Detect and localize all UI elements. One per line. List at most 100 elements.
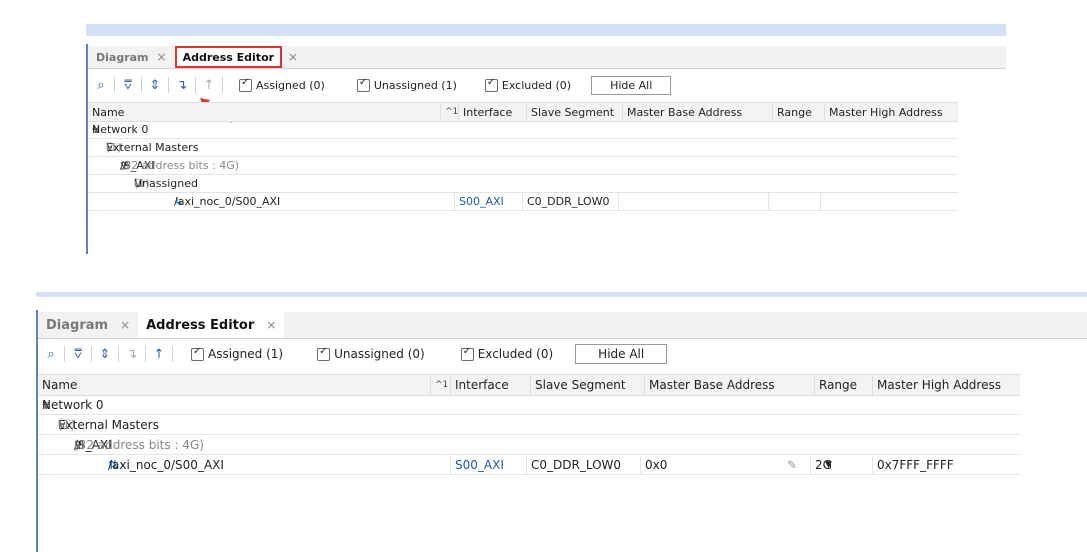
tab-diagram[interactable]: Diagram ×: [38, 312, 138, 338]
tree-row-unassigned[interactable]: ∨ 🗀 Unassigned (1): [88, 175, 958, 193]
external-masters-count: (1): [106, 141, 122, 154]
toolbar-separator: [91, 346, 92, 362]
assigned-filter-label: Assigned (0): [256, 78, 325, 92]
expand-all-icon[interactable]: ⇕: [146, 76, 164, 94]
sort-indicator-icon: ^1: [440, 103, 458, 121]
column-slave-segment[interactable]: Slave Segment: [526, 103, 623, 121]
top-tab-bar: Diagram × Address Editor ×: [88, 46, 1006, 69]
slave-segment-value: C0_DDR_LOW0: [526, 455, 639, 474]
bottom-toolbar: ⌕ ⩢ ⇕ ↴ ↑ Assigned (1) Unassigned (0) Ex…: [38, 342, 1087, 366]
external-masters-row-content: ∨ 🗀 External Masters (1): [106, 139, 198, 156]
tab-diagram-close-icon[interactable]: ×: [120, 318, 130, 332]
interface-link[interactable]: S00_AXI: [450, 455, 527, 474]
table-row[interactable]: ↳/axi_noc_0/S00_AXI S00_AXI C0_DDR_LOW0: [88, 193, 958, 211]
toolbar-separator: [172, 346, 173, 362]
toolbar-separator: [195, 77, 196, 93]
table-row[interactable]: ⇅/axi_noc_0/S00_AXI S00_AXI C0_DDR_LOW0 …: [38, 455, 1020, 475]
s-axi-row-content: ∨ ⊞/S_AXI (32 address bits : 4G): [120, 157, 239, 174]
tree-row-network[interactable]: ∨ ⫧ Network 0: [88, 121, 958, 139]
checkbox-icon: [239, 77, 252, 92]
unassigned-filter-label: Unassigned (0): [334, 347, 425, 361]
dropdown-arrow-icon[interactable]: ▼: [825, 455, 832, 474]
bottom-panel-header-bar: [36, 292, 1087, 297]
column-interface[interactable]: Interface: [450, 375, 527, 395]
checkbox-icon: [484, 77, 498, 92]
toolbar-separator: [145, 346, 146, 362]
toolbar-separator: [222, 77, 223, 93]
slave-segment-value: C0_DDR_LOW0: [522, 193, 619, 210]
hide-all-button[interactable]: Hide All: [575, 344, 668, 364]
range-select[interactable]: 2G ▼: [810, 455, 871, 474]
search-icon[interactable]: ⌕: [42, 345, 60, 363]
column-master-base-address[interactable]: Master Base Address: [622, 103, 767, 121]
s-axi-meta: (32 address bits : 4G): [74, 437, 204, 452]
tree-row-external-masters[interactable]: ∨ 🗀 External Masters (1): [88, 139, 958, 157]
column-name[interactable]: Name: [88, 103, 458, 121]
unassign-icon[interactable]: ↑: [200, 76, 218, 94]
tree-row-network[interactable]: ∨ ⫧ Network 0: [38, 395, 1020, 415]
collapse-all-icon[interactable]: ⩢: [119, 76, 137, 94]
tab-diagram-close-icon[interactable]: ×: [157, 50, 167, 64]
master-high-cell: [820, 193, 955, 210]
external-masters-count: (1): [58, 417, 75, 432]
column-range[interactable]: Range: [772, 103, 825, 121]
unassign-icon[interactable]: ↑: [150, 345, 168, 363]
tab-address-editor-close-icon[interactable]: ×: [288, 50, 298, 64]
assign-icon[interactable]: ↴: [173, 76, 191, 94]
hide-all-button[interactable]: Hide All: [591, 75, 672, 95]
network-label: Network 0: [92, 123, 149, 136]
checkbox-icon: [191, 346, 204, 361]
range-cell[interactable]: [768, 193, 821, 210]
interface-link[interactable]: S00_AXI: [454, 193, 519, 210]
segment-path: /axi_noc_0/S00_AXI: [174, 195, 281, 208]
tab-diagram[interactable]: Diagram ×: [88, 46, 175, 68]
unassigned-filter-checkbox[interactable]: Unassigned (0): [317, 346, 425, 361]
tab-address-editor-label: Address Editor: [182, 50, 275, 64]
tab-address-editor-close-icon[interactable]: ×: [266, 318, 276, 332]
excluded-filter-label: Excluded (0): [477, 347, 554, 361]
excluded-filter-checkbox[interactable]: Excluded (0): [460, 346, 554, 361]
master-base-cell[interactable]: [618, 193, 763, 210]
sort-indicator-icon: ^1: [430, 375, 448, 395]
unassigned-count: (1): [134, 177, 150, 190]
bottom-tab-bar: Diagram × Address Editor ×: [38, 312, 1087, 339]
assign-icon[interactable]: ↴: [123, 345, 141, 363]
excluded-filter-checkbox[interactable]: Excluded (0): [484, 77, 572, 92]
top-address-editor-panel: Diagram × Address Editor × ⌕ ⩢ ⇕ ↴ ↑ Ass…: [86, 24, 1006, 254]
column-interface[interactable]: Interface: [458, 103, 523, 121]
edit-pencil-icon[interactable]: ✎: [787, 455, 797, 474]
toolbar-separator: [118, 346, 119, 362]
column-master-high-address[interactable]: Master High Address: [824, 103, 955, 121]
unassigned-filter-label: Unassigned (1): [373, 78, 457, 92]
assigned-filter-checkbox[interactable]: Assigned (0): [239, 77, 325, 92]
tab-address-editor-label: Address Editor: [146, 317, 255, 333]
column-master-high-address[interactable]: Master High Address: [872, 375, 1017, 395]
master-base-input[interactable]: 0x0 ✎: [640, 455, 809, 474]
toolbar-separator: [168, 77, 169, 93]
search-icon[interactable]: ⌕: [92, 76, 110, 94]
master-high-value: 0x7FFF_FFFF: [872, 455, 1021, 474]
s-axi-row-content: ∨ ⊞/S_AXI (32 address bits : 4G): [74, 435, 204, 454]
column-slave-segment[interactable]: Slave Segment: [530, 375, 643, 395]
top-panel-header-bar: [86, 24, 1006, 36]
column-range[interactable]: Range: [814, 375, 871, 395]
external-masters-row-content: ∨ 🗀 External Masters (1): [58, 415, 159, 434]
unassigned-row-content: ∨ 🗀 Unassigned (1): [134, 175, 198, 192]
expand-all-icon[interactable]: ⇕: [96, 345, 114, 363]
top-toolbar: ⌕ ⩢ ⇕ ↴ ↑ Assigned (0) Unassigned (1) Ex…: [88, 74, 1006, 96]
column-name[interactable]: Name: [38, 375, 452, 395]
bottom-column-header: Name ^1 Interface Slave Segment Master B…: [38, 374, 1020, 396]
collapse-all-icon[interactable]: ⩢: [69, 345, 87, 363]
assigned-filter-checkbox[interactable]: Assigned (1): [191, 346, 283, 361]
tab-address-editor[interactable]: Address Editor: [174, 46, 283, 68]
excluded-filter-label: Excluded (0): [501, 78, 572, 92]
unassigned-filter-checkbox[interactable]: Unassigned (1): [356, 77, 457, 92]
column-master-base-address[interactable]: Master Base Address: [644, 375, 813, 395]
bottom-address-editor-panel: Diagram × Address Editor × ⌕ ⩢ ⇕ ↴ ↑ Ass…: [36, 292, 1087, 552]
tab-address-editor[interactable]: Address Editor ×: [138, 312, 285, 338]
checkbox-icon: [460, 346, 474, 361]
top-column-header: Name ^1 Interface Slave Segment Master B…: [88, 102, 958, 122]
tree-row-s-axi[interactable]: ∨ ⊞/S_AXI (32 address bits : 4G): [38, 435, 1020, 455]
tree-row-external-masters[interactable]: ∨ 🗀 External Masters (1): [38, 415, 1020, 435]
tree-row-s-axi[interactable]: ∨ ⊞/S_AXI (32 address bits : 4G): [88, 157, 958, 175]
